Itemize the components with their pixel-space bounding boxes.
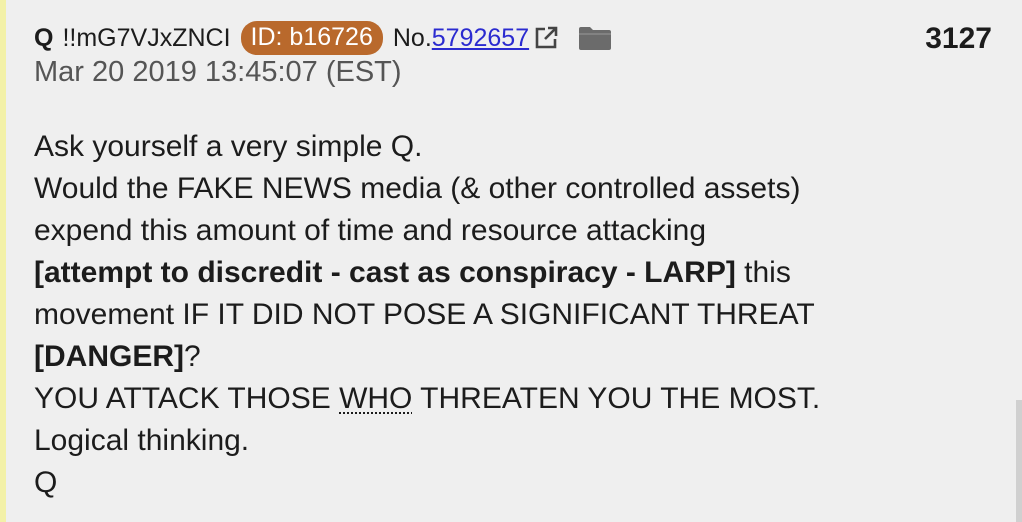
- post-number-link[interactable]: 5792657: [432, 24, 529, 53]
- body-underlined-text[interactable]: WHO: [339, 382, 412, 415]
- body-text: Logical thinking.: [34, 424, 250, 457]
- external-link-icon[interactable]: [533, 25, 559, 51]
- body-signature: Q: [34, 466, 58, 499]
- body-line: expend this amount of time and resource …: [34, 210, 994, 252]
- scroll-edge: [1016, 400, 1022, 522]
- id-badge[interactable]: ID: b16726: [240, 21, 383, 55]
- body-text: THREATEN YOU THE MOST.: [412, 382, 821, 415]
- post-body: Ask yourself a very simple Q. Would the …: [34, 126, 994, 504]
- tripcode: !!mG7VJxZNCI: [62, 23, 231, 52]
- body-line: [attempt to discredit - cast as conspira…: [34, 252, 994, 294]
- body-line: Q: [34, 462, 994, 504]
- body-line: YOU ATTACK THOSE WHO THREATEN YOU THE MO…: [34, 378, 994, 420]
- folder-icon[interactable]: [577, 25, 613, 51]
- body-text: this: [735, 256, 791, 289]
- body-text: Ask yourself a very simple Q.: [34, 130, 423, 163]
- post-count: 3127: [925, 22, 992, 55]
- body-line: Would the FAKE NEWS media (& other contr…: [34, 168, 994, 210]
- body-bold-text: [DANGER]: [34, 340, 184, 373]
- poster-name: Q: [34, 23, 54, 52]
- body-text: movement IF IT DID NOT POSE A SIGNIFICAN…: [34, 298, 815, 331]
- body-line: Logical thinking.: [34, 420, 994, 462]
- body-bold-text: [attempt to discredit - cast as conspira…: [34, 256, 736, 289]
- post-container: Q !!mG7VJxZNCI ID: b16726 No. 5792657 31…: [0, 0, 1022, 522]
- post-header: Q !!mG7VJxZNCI ID: b16726 No. 5792657: [34, 18, 613, 58]
- body-text: YOU ATTACK THOSE: [34, 382, 340, 415]
- post-date: Mar 20 2019 13:45:07 (EST): [34, 56, 402, 88]
- body-line: movement IF IT DID NOT POSE A SIGNIFICAN…: [34, 294, 994, 336]
- body-text: expend this amount of time and resource …: [34, 214, 707, 247]
- body-line: Ask yourself a very simple Q.: [34, 126, 994, 168]
- body-text: Would the FAKE NEWS media (& other contr…: [34, 172, 801, 205]
- body-line: [DANGER]?: [34, 336, 994, 378]
- post-number-label: No.: [392, 23, 432, 52]
- body-text: ?: [184, 340, 201, 373]
